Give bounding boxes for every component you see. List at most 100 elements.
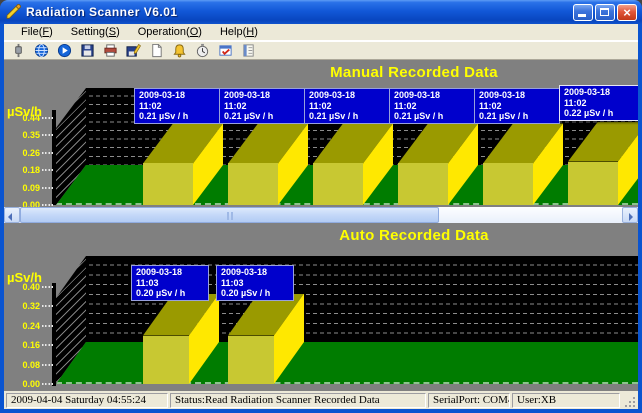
bar-front-face <box>228 336 274 385</box>
record-value: 0.20 µSv / h <box>221 288 289 299</box>
menu-item-o[interactable]: Operation(O) <box>129 25 211 40</box>
y-tick-marks-icon <box>42 344 55 346</box>
toolbar-save-as-button[interactable] <box>123 41 143 60</box>
status-bar: 2009-04-04 Saturday 04:55:24 Status:Read… <box>4 391 638 409</box>
y-tick-marks-icon <box>42 152 55 154</box>
app-pencil-icon[interactable] <box>6 4 22 20</box>
toolbar-timer-button[interactable] <box>192 41 212 60</box>
scrollbar-track[interactable] <box>20 207 622 223</box>
toolbar-log-button[interactable] <box>238 41 258 60</box>
bar-front-face <box>568 162 618 206</box>
data-label-box[interactable]: 2009-03-1811:020.21 µSv / h <box>219 88 305 124</box>
bar-front-face <box>313 163 363 205</box>
report-icon <box>149 43 164 58</box>
record-time: 11:03 <box>221 278 289 289</box>
toolbar-print-button[interactable] <box>100 41 120 60</box>
y-tick-marks-icon <box>42 383 55 385</box>
scrollbar-thumb[interactable] <box>20 207 439 223</box>
y-tick-label: 0.35 <box>4 130 40 140</box>
data-label-box[interactable]: 2009-03-1811:020.21 µSv / h <box>134 88 220 124</box>
chart-panels: Manual Recorded DataµSv/h0.440.350.260.1… <box>4 60 638 391</box>
toolbar-settings-check-button[interactable] <box>215 41 235 60</box>
y-tick-label: 0.40 <box>4 282 40 292</box>
menu-bar: File(F)Setting(S)Operation(O)Help(H) <box>4 24 638 41</box>
record-time: 11:02 <box>224 101 300 112</box>
y-tick-label: 0.44 <box>4 113 40 123</box>
title-bar[interactable]: Radiation Scanner V6.01 × <box>0 0 642 24</box>
client-area: File(F)Setting(S)Operation(O)Help(H) Man… <box>4 24 638 409</box>
status-datetime: 2009-04-04 Saturday 04:55:24 <box>6 393 168 408</box>
status-serial-port: SerialPort: COM4 <box>428 393 510 408</box>
manual-recorded-chart: Manual Recorded DataµSv/h0.440.350.260.1… <box>4 60 638 207</box>
chart-title: Auto Recorded Data <box>184 227 638 244</box>
y-tick-marks-icon <box>42 286 55 288</box>
scroll-right-icon <box>629 213 633 221</box>
close-icon: × <box>618 5 636 20</box>
toolbar-save-button[interactable] <box>77 41 97 60</box>
log-icon <box>241 43 256 58</box>
connect-icon <box>11 43 26 58</box>
scroll-right-button[interactable] <box>622 207 638 223</box>
print-icon <box>103 43 118 58</box>
y-tick-marks-icon <box>42 204 55 206</box>
bar-front-face <box>228 163 278 205</box>
maximize-button[interactable] <box>595 4 615 21</box>
record-value: 0.21 µSv / h <box>309 111 385 122</box>
bar-front-face <box>398 163 448 205</box>
maximize-icon <box>600 8 609 16</box>
record-date: 2009-03-18 <box>394 90 470 101</box>
toolbar-run-button[interactable] <box>54 41 74 60</box>
timer-icon <box>195 43 210 58</box>
chart-title: Manual Recorded Data <box>184 64 638 81</box>
record-value: 0.21 µSv / h <box>479 111 555 122</box>
y-tick-marks-icon <box>42 305 55 307</box>
record-date: 2009-03-18 <box>479 90 555 101</box>
close-button[interactable]: × <box>617 4 637 21</box>
resize-grip-icon[interactable] <box>624 396 636 408</box>
y-tick-label: 0.00 <box>4 379 40 389</box>
y-tick-label: 0.08 <box>4 360 40 370</box>
data-label-box[interactable]: 2009-03-1811:020.21 µSv / h <box>474 88 560 124</box>
data-label-box[interactable]: 2009-03-1811:020.21 µSv / h <box>389 88 475 124</box>
y-axis-line <box>52 110 56 205</box>
toolbar-alarm-button[interactable] <box>169 41 189 60</box>
record-date: 2009-03-18 <box>136 267 204 278</box>
data-label-box[interactable]: 2009-03-1811:020.21 µSv / h <box>304 88 390 124</box>
record-date: 2009-03-18 <box>139 90 215 101</box>
save-icon <box>80 43 95 58</box>
toolbar-world-button[interactable] <box>31 41 51 60</box>
menu-item-h[interactable]: Help(H) <box>211 25 267 40</box>
record-value: 0.22 µSv / h <box>564 108 638 119</box>
record-time: 11:02 <box>139 101 215 112</box>
scrollbar-grip-icon <box>227 212 233 220</box>
bar-front-face <box>143 163 193 205</box>
auto-recorded-chart: Auto Recorded DataµSv/h0.400.320.240.160… <box>4 223 638 391</box>
record-date: 2009-03-18 <box>224 90 300 101</box>
minimize-icon <box>578 14 586 17</box>
y-tick-marks-icon <box>42 325 55 327</box>
data-label-box[interactable]: 2009-03-1811:030.20 µSv / h <box>131 265 209 301</box>
minimize-button[interactable] <box>573 4 593 21</box>
data-label-box[interactable]: 2009-03-1811:030.20 µSv / h <box>216 265 294 301</box>
bar-front-face <box>483 163 533 205</box>
menu-item-f[interactable]: File(F) <box>12 25 62 40</box>
record-value: 0.21 µSv / h <box>139 111 215 122</box>
record-date: 2009-03-18 <box>221 267 289 278</box>
record-date: 2009-03-18 <box>309 90 385 101</box>
app-window: Radiation Scanner V6.01 × File(F)Setting… <box>0 0 642 413</box>
y-tick-label: 0.24 <box>4 321 40 331</box>
window-title: Radiation Scanner V6.01 <box>26 5 573 19</box>
record-time: 11:02 <box>394 101 470 112</box>
status-user: User:XB <box>512 393 620 408</box>
record-value: 0.20 µSv / h <box>136 288 204 299</box>
y-tick-label: 0.32 <box>4 301 40 311</box>
y-tick-label: 0.16 <box>4 340 40 350</box>
scroll-left-button[interactable] <box>4 207 20 223</box>
horizontal-scrollbar[interactable] <box>4 207 638 223</box>
menu-item-s[interactable]: Setting(S) <box>62 25 129 40</box>
scroll-left-icon <box>8 213 12 221</box>
y-tick-marks-icon <box>42 134 55 136</box>
toolbar-report-button[interactable] <box>146 41 166 60</box>
toolbar-connect-button[interactable] <box>8 41 28 60</box>
data-label-box[interactable]: 2009-03-1811:020.22 µSv / h <box>559 85 638 121</box>
